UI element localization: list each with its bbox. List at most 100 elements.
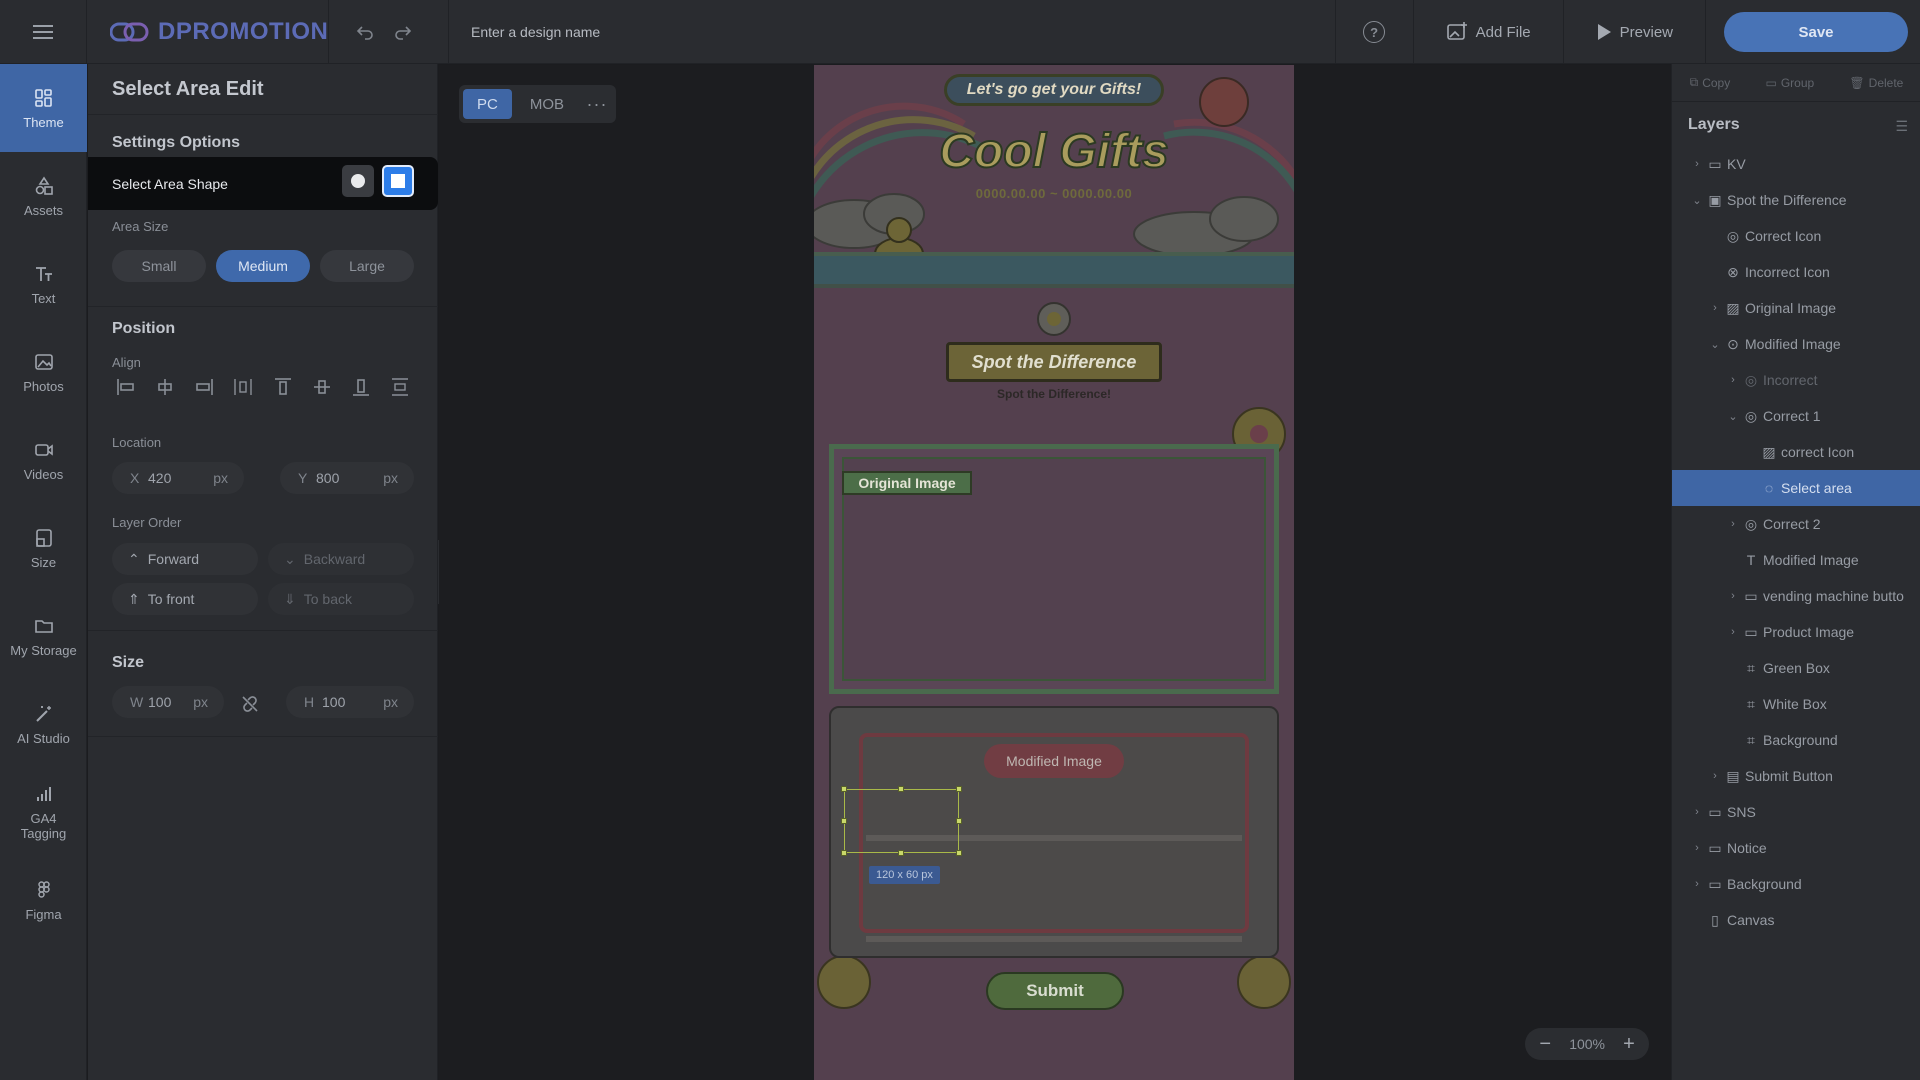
shape-square-button[interactable] [382, 165, 414, 197]
layer-row[interactable]: › ▭ Product Image [1672, 614, 1920, 650]
nav-item-assets[interactable]: Assets [0, 152, 87, 240]
chevron-right-icon[interactable]: › [1726, 518, 1740, 530]
zoom-in-icon[interactable]: + [1619, 1033, 1639, 1056]
zoom-control: − 100% + [1525, 1028, 1649, 1060]
layer-row[interactable]: ◎ Correct Icon [1672, 218, 1920, 254]
layer-row[interactable]: › ▭ vending machine butto [1672, 578, 1920, 614]
layer-row[interactable]: ⌗ Green Box [1672, 650, 1920, 686]
layer-row[interactable]: › ▭ KV [1672, 146, 1920, 182]
layer-row[interactable]: ⌄ ▣ Spot the Difference [1672, 182, 1920, 218]
to-back-button[interactable]: ⇓ To back [268, 583, 414, 615]
help-button[interactable]: ? [1334, 0, 1413, 64]
preview-button[interactable]: Preview [1562, 0, 1705, 64]
chevron-right-icon[interactable]: › [1690, 806, 1704, 818]
layer-row[interactable]: › ▭ Notice [1672, 830, 1920, 866]
layer-row[interactable]: › ▭ SNS [1672, 794, 1920, 830]
location-x-field[interactable]: X 420 px [112, 462, 244, 494]
undo-icon[interactable] [353, 20, 377, 44]
layer-row[interactable]: ▯ Canvas [1672, 902, 1920, 938]
align-left-icon[interactable] [112, 375, 140, 399]
design-canvas[interactable]: Let's go get your Gifts! Cool Gifts 0000… [814, 65, 1294, 1080]
resize-handle-e[interactable] [956, 818, 962, 824]
align-center-horizontal-icon[interactable] [151, 375, 179, 399]
align-bottom-icon[interactable] [347, 375, 375, 399]
backward-button[interactable]: ⌄ Backward [268, 543, 414, 575]
resize-handle-ne[interactable] [956, 786, 962, 792]
distribute-horizontal-icon[interactable] [229, 375, 257, 399]
hamburger-menu-button[interactable] [0, 0, 87, 64]
select-area-box[interactable] [844, 789, 959, 853]
nav-item-videos[interactable]: Videos [0, 416, 87, 504]
align-center-vertical-icon[interactable] [308, 375, 336, 399]
layer-row[interactable]: ⌄ ⊙ Modified Image [1672, 326, 1920, 362]
distribute-vertical-icon[interactable] [386, 375, 414, 399]
area-size-small-button[interactable]: Small [112, 250, 206, 282]
nav-item-my-storage[interactable]: My Storage [0, 592, 87, 680]
design-name-input[interactable]: Enter a design name [448, 0, 1308, 64]
nav-item-ga4-tagging[interactable]: GA4 Tagging [0, 768, 87, 856]
height-field[interactable]: H 100 px [286, 686, 414, 718]
location-y-field[interactable]: Y 800 px [280, 462, 414, 494]
chevron-right-icon[interactable]: › [1726, 374, 1740, 386]
target-icon: ◎ [1744, 371, 1758, 388]
layer-row[interactable]: › ▤ Submit Button [1672, 758, 1920, 794]
layer-row[interactable]: ◌ Select area [1672, 470, 1920, 506]
resize-handle-s[interactable] [898, 850, 904, 856]
chevron-right-icon[interactable]: › [1726, 590, 1740, 602]
target-icon: ◎ [1726, 227, 1740, 244]
resize-handle-sw[interactable] [841, 850, 847, 856]
align-top-icon[interactable] [269, 375, 297, 399]
save-button[interactable]: Save [1724, 12, 1908, 52]
resize-handle-se[interactable] [956, 850, 962, 856]
layer-row[interactable]: ⌄ ◎ Correct 1 [1672, 398, 1920, 434]
area-size-large-button[interactable]: Large [320, 250, 414, 282]
layer-row[interactable]: T Modified Image [1672, 542, 1920, 578]
layer-row[interactable]: ⌗ Background [1672, 722, 1920, 758]
layer-row[interactable]: › ▭ Background [1672, 866, 1920, 902]
width-field[interactable]: W 100 px [112, 686, 224, 718]
chevron-right-icon[interactable]: › [1708, 302, 1722, 314]
forward-button[interactable]: ⌃ Forward [112, 543, 258, 575]
redo-icon[interactable] [391, 20, 415, 44]
brand-logo[interactable]: DPROMOTION [110, 0, 328, 64]
chevron-right-icon[interactable]: › [1690, 158, 1704, 170]
align-right-icon[interactable] [190, 375, 218, 399]
link-off-icon[interactable] [240, 694, 260, 714]
nav-item-theme[interactable]: Theme [0, 64, 87, 152]
chevron-down-icon[interactable]: ⌄ [1690, 194, 1704, 207]
nav-item-photos[interactable]: Photos [0, 328, 87, 416]
chevron-down-icon[interactable]: ⌄ [1726, 410, 1740, 423]
more-options-icon[interactable]: ··· [582, 94, 612, 115]
area-size-medium-button[interactable]: Medium [216, 250, 310, 282]
device-tab-pc[interactable]: PC [463, 89, 512, 119]
layer-row[interactable]: ⌗ White Box [1672, 686, 1920, 722]
nav-item-text[interactable]: Text [0, 240, 87, 328]
chevron-right-icon[interactable]: › [1726, 626, 1740, 638]
chevron-right-icon[interactable]: › [1708, 770, 1722, 782]
layer-label: vending machine butto [1763, 588, 1904, 604]
nav-item-size[interactable]: Size [0, 504, 87, 592]
chevron-down-icon[interactable]: ⌄ [1708, 338, 1722, 351]
resize-handle-n[interactable] [898, 786, 904, 792]
layer-row[interactable]: › ◎ Correct 2 [1672, 506, 1920, 542]
zoom-out-icon[interactable]: − [1535, 1033, 1555, 1056]
chevron-right-icon[interactable]: › [1690, 842, 1704, 854]
chevron-right-icon[interactable]: › [1690, 878, 1704, 890]
copy-button[interactable]: ⧉ Copy [1690, 75, 1731, 90]
double-chevron-up-icon: ⇑ [128, 590, 140, 607]
layer-row[interactable]: ⊗ Incorrect Icon [1672, 254, 1920, 290]
group-button[interactable]: ▭ Group [1765, 76, 1814, 90]
resize-handle-nw[interactable] [841, 786, 847, 792]
delete-button[interactable]: 🗑 Delete [1849, 76, 1903, 90]
layer-row[interactable]: ▨ correct Icon [1672, 434, 1920, 470]
add-file-button[interactable]: Add File [1412, 0, 1563, 64]
resize-handle-w[interactable] [841, 818, 847, 824]
layer-row[interactable]: › ◎ Incorrect [1672, 362, 1920, 398]
layer-row[interactable]: › ▨ Original Image [1672, 290, 1920, 326]
nav-item-ai-studio[interactable]: AI Studio [0, 680, 87, 768]
nav-item-figma[interactable]: Figma [0, 856, 87, 944]
shape-circle-button[interactable] [342, 165, 374, 197]
to-front-button[interactable]: ⇑ To front [112, 583, 258, 615]
layers-list-menu-icon[interactable]: ☰ [1895, 118, 1908, 135]
device-tab-mob[interactable]: MOB [516, 89, 578, 119]
